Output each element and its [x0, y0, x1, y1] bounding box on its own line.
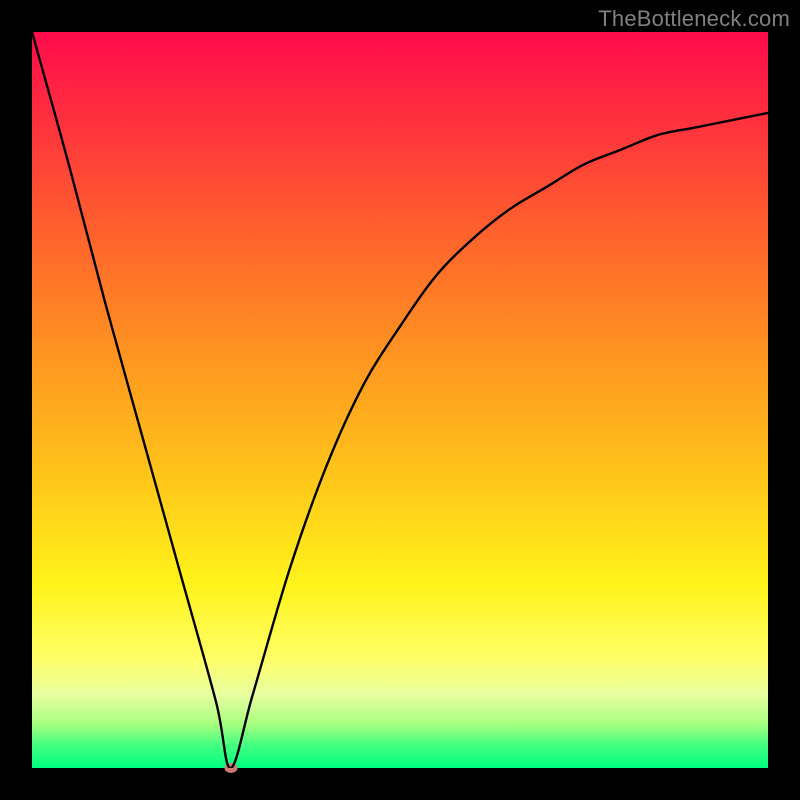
- watermark-text: TheBottleneck.com: [598, 6, 790, 32]
- chart-frame: TheBottleneck.com: [0, 0, 800, 800]
- bottleneck-curve: [32, 32, 768, 768]
- plot-area: [32, 32, 768, 768]
